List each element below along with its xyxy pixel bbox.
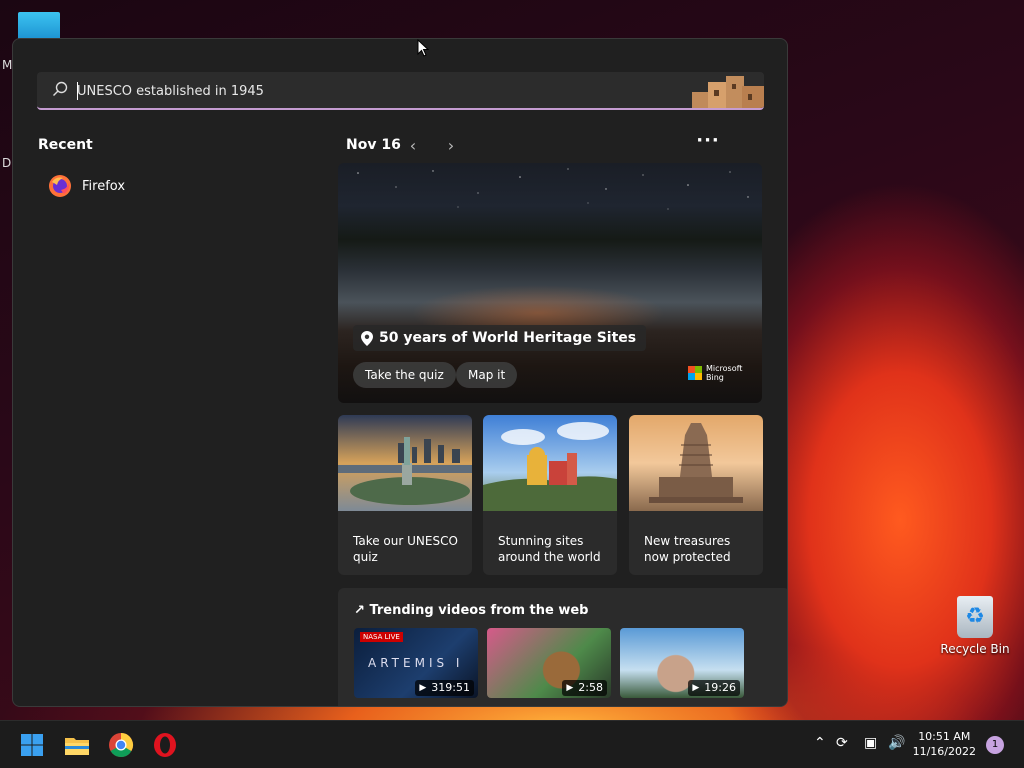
brand-line: Bing — [706, 373, 724, 382]
start-icon — [21, 734, 43, 756]
night-sky-stars — [357, 168, 749, 210]
clock-date: 11/16/2022 — [912, 745, 976, 758]
highlights-date: Nov 16 — [346, 137, 401, 153]
volume-icon[interactable]: 🔊 — [888, 735, 905, 751]
search-icon — [53, 81, 68, 96]
play-icon: ▶ — [566, 683, 574, 693]
next-day-button[interactable]: › — [440, 135, 462, 157]
text-caret — [77, 82, 78, 100]
recent-heading: Recent — [38, 137, 93, 153]
temple-image — [629, 415, 763, 511]
trending-heading: ↗ Trending videos from the web — [354, 603, 588, 618]
desktop-icon-label: M — [2, 58, 13, 72]
hero-title: 50 years of World Heritage Sites — [379, 330, 637, 346]
highlight-card-quiz[interactable]: Take our UNESCO quiz — [338, 415, 472, 575]
opera-button[interactable] — [149, 729, 181, 761]
statue-of-liberty-image — [338, 415, 472, 511]
video-caption: ARTEMIS I — [368, 656, 464, 670]
hero-title-tag: 50 years of World Heritage Sites — [353, 325, 647, 351]
previous-day-button[interactable]: ‹ — [402, 135, 424, 157]
microsoft-logo-icon — [688, 366, 702, 380]
network-icon[interactable]: ▣ — [864, 735, 877, 751]
show-hidden-icons-chevron-icon[interactable]: ⌃ — [814, 735, 826, 751]
video-thumbnail[interactable]: ▶ 19:26 — [620, 628, 744, 698]
brand-line: Microsoft — [706, 364, 743, 373]
chrome-button[interactable] — [105, 729, 137, 761]
highlight-card-sites[interactable]: Stunning sites around the world — [483, 415, 617, 575]
trending-up-icon: ↗ — [354, 603, 365, 618]
card-text: New treasures now protected — [644, 534, 731, 564]
location-pin-icon — [361, 330, 373, 346]
clock-time: 10:51 AM — [918, 730, 971, 743]
highlights-header: Nov 16 ‹ › ··· — [346, 132, 736, 159]
highlight-card-treasures[interactable]: New treasures now protected — [629, 415, 763, 575]
file-explorer-button[interactable] — [61, 729, 93, 761]
video-duration: ▶ 2:58 — [562, 680, 607, 696]
trending-title: Trending videos from the web — [369, 603, 589, 618]
file-explorer-icon — [65, 738, 89, 755]
sync-status-icon[interactable]: ⟳ — [836, 735, 848, 751]
system-clock[interactable]: 10:51 AM 11/16/2022 — [913, 729, 976, 759]
play-icon: ▶ — [692, 683, 700, 693]
palace-on-hill-image — [483, 415, 617, 511]
video-duration: ▶ 19:26 — [688, 680, 740, 696]
video-thumbnail[interactable]: NASA LIVE ARTEMIS I ▶ 319:51 — [354, 628, 478, 698]
mouse-cursor-icon — [417, 39, 429, 57]
take-quiz-button[interactable]: Take the quiz — [353, 362, 456, 388]
opera-icon — [154, 733, 176, 757]
video-thumbnail[interactable]: ▶ 2:58 — [487, 628, 611, 698]
chrome-icon — [109, 733, 134, 758]
play-icon: ▶ — [419, 683, 427, 693]
trending-videos-section: ↗ Trending videos from the web NASA LIVE… — [338, 588, 787, 706]
search-highlight-illustration — [686, 72, 764, 108]
video-duration: ▶ 319:51 — [415, 680, 474, 696]
recent-item-firefox[interactable]: Firefox — [38, 169, 298, 203]
search-input[interactable] — [77, 78, 637, 104]
hero-highlight-card[interactable]: 50 years of World Heritage Sites Take th… — [338, 163, 762, 403]
recent-item-label: Firefox — [82, 178, 126, 194]
recycle-bin-icon — [957, 596, 993, 638]
notification-badge[interactable]: 1 — [986, 736, 1004, 754]
card-text: Take our UNESCO quiz — [353, 534, 458, 564]
live-badge: NASA LIVE — [360, 632, 403, 642]
search-box[interactable] — [37, 72, 764, 110]
map-it-button[interactable]: Map it — [456, 362, 518, 388]
search-panel: Recent Firefox Nov 16 ‹ › ··· — [12, 38, 788, 707]
taskbar: ⌃ ⟳ ▣ 🔊 10:51 AM 11/16/2022 1 — [0, 720, 1024, 768]
firefox-icon — [49, 175, 71, 197]
more-options-icon[interactable]: ··· — [694, 132, 722, 155]
recycle-bin-label: Recycle Bin — [940, 642, 1010, 656]
start-button[interactable] — [16, 729, 48, 761]
card-text: Stunning sites around the world — [498, 534, 601, 564]
recycle-bin[interactable]: Recycle Bin — [940, 596, 1010, 656]
microsoft-bing-logo: Microsoft Bing — [688, 363, 748, 383]
